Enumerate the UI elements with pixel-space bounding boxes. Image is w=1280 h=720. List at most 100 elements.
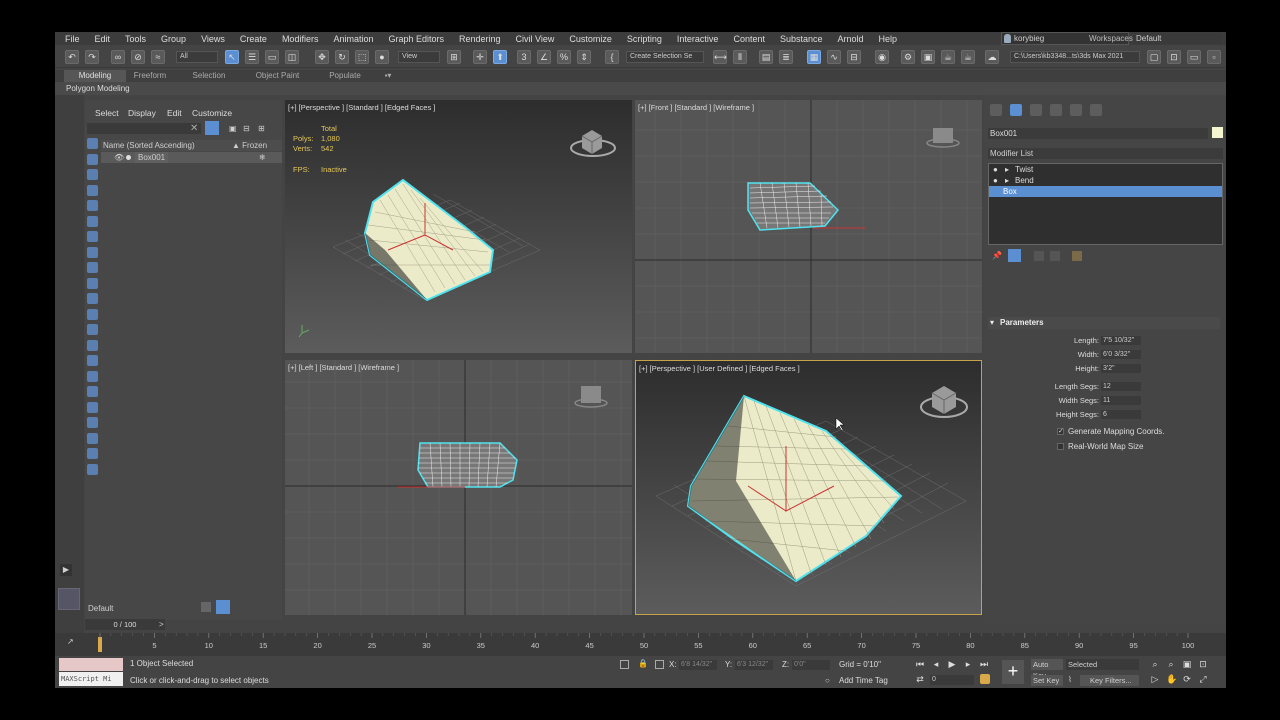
- layers-icon[interactable]: [201, 602, 211, 612]
- viewport-layouts-icon[interactable]: [58, 588, 80, 610]
- menu-graph-editors[interactable]: Graph Editors: [378, 34, 444, 44]
- x-coordinate-field[interactable]: 6'8 14/32": [679, 660, 717, 670]
- spinner-snap-icon[interactable]: ⇕: [577, 50, 591, 64]
- align-icon[interactable]: ⫴: [733, 50, 747, 64]
- maxscript-input[interactable]: MAXScript Mi: [59, 672, 123, 686]
- scene-tab-customize[interactable]: Customize: [192, 108, 232, 118]
- key-selection-dropdown[interactable]: Selected: [1066, 659, 1139, 670]
- move-icon[interactable]: ✥: [315, 50, 329, 64]
- menu-edit[interactable]: Edit: [85, 34, 111, 44]
- clear-search-icon[interactable]: ✕: [190, 123, 198, 134]
- display-spacewarps-icon[interactable]: [87, 231, 98, 242]
- viewport-perspective-top-left[interactable]: [+] [Perspective ] [Standard ] [Edged Fa…: [285, 100, 632, 353]
- modifier-list-dropdown[interactable]: Modifier List: [988, 148, 1223, 159]
- remove-modifier-icon[interactable]: [1050, 251, 1060, 261]
- layer-filter-icon[interactable]: [87, 463, 98, 475]
- redo-icon[interactable]: ↷: [85, 50, 99, 64]
- display-children-icon[interactable]: [87, 355, 98, 366]
- menu-civil-view[interactable]: Civil View: [506, 34, 555, 44]
- freeze-icon[interactable]: ❄: [259, 152, 266, 163]
- expand-icon[interactable]: ▸: [1005, 175, 1009, 186]
- menu-file[interactable]: File: [55, 34, 80, 44]
- select-none-icon[interactable]: [87, 417, 98, 428]
- lock-icon[interactable]: ▣: [229, 124, 237, 133]
- modify-tab-icon[interactable]: [1010, 104, 1022, 116]
- render-setup-icon[interactable]: ⚙: [901, 50, 915, 64]
- menu-help[interactable]: Help: [869, 34, 898, 44]
- create-tab-icon[interactable]: [990, 104, 1002, 116]
- tab-selection[interactable]: Selection: [187, 70, 231, 82]
- rendered-frame-window-icon[interactable]: ▣: [921, 50, 935, 64]
- scene-tab-edit[interactable]: Edit: [167, 108, 182, 118]
- display-xrefs-icon[interactable]: [87, 262, 98, 273]
- zoom-all-icon[interactable]: ⌕: [1166, 659, 1176, 669]
- menu-views[interactable]: Views: [191, 34, 225, 44]
- parameters-rollout-header[interactable]: ▾ Parameters: [988, 317, 1220, 329]
- material-editor-icon[interactable]: ◉: [875, 50, 889, 64]
- next-frame-icon[interactable]: >: [159, 620, 164, 629]
- percent-snap-icon[interactable]: %: [557, 50, 571, 64]
- toggle-layer-explorer-icon[interactable]: ≣: [779, 50, 793, 64]
- scale-icon[interactable]: ⬚: [355, 50, 369, 64]
- scene-tab-display[interactable]: Display: [128, 108, 156, 118]
- selection-filter-dropdown[interactable]: All: [176, 51, 218, 63]
- menu-create[interactable]: Create: [230, 34, 267, 44]
- object-name-field[interactable]: Box001: [988, 128, 1208, 139]
- maximize-viewport-icon[interactable]: ⤢: [1198, 674, 1208, 684]
- hierarchy-tab-icon[interactable]: [1030, 104, 1042, 116]
- tab-modeling[interactable]: Modeling: [64, 70, 126, 82]
- scene-column-header[interactable]: Name (Sorted Ascending) ▲ Frozen: [101, 140, 282, 151]
- named-selection-dropdown[interactable]: Create Selection Se: [626, 51, 704, 63]
- play-icon[interactable]: ▶: [947, 659, 957, 669]
- pin-stack-icon[interactable]: 📌: [992, 251, 1002, 260]
- next-frame-button-icon[interactable]: ▸: [963, 659, 973, 669]
- eye-icon[interactable]: 👁: [114, 152, 124, 163]
- schematic-view-icon[interactable]: ⊟: [847, 50, 861, 64]
- utilities-tab-icon[interactable]: [1090, 104, 1102, 116]
- curve-editor-icon[interactable]: ∿: [827, 50, 841, 64]
- real-world-map-checkbox[interactable]: Real-World Map Size: [1057, 442, 1143, 451]
- display-lights-icon[interactable]: [87, 184, 98, 196]
- eye-icon[interactable]: ●: [993, 175, 998, 186]
- scene-tab-select[interactable]: Select: [95, 108, 119, 118]
- menu-arnold[interactable]: Arnold: [828, 34, 864, 44]
- scene-row-box001[interactable]: 👁 Box001 ❄: [101, 152, 282, 163]
- render-iterative-icon[interactable]: ☕: [961, 50, 975, 64]
- select-manipulate-icon[interactable]: ✛: [473, 50, 487, 64]
- configure-modifier-sets-icon[interactable]: [1072, 251, 1082, 261]
- display-none-icon[interactable]: [87, 138, 98, 149]
- filter-funnel-icon[interactable]: [87, 448, 98, 459]
- time-configuration-icon[interactable]: [980, 674, 990, 684]
- display-geometry-icon[interactable]: [87, 153, 98, 165]
- reference-coord-dropdown[interactable]: View: [398, 51, 440, 63]
- project-folder-dropdown[interactable]: C:\Users\kb3348...ts\3ds Max 2021: [1010, 51, 1140, 63]
- zoom-icon[interactable]: ⌕: [1150, 659, 1160, 669]
- y-coordinate-field[interactable]: 6'3 12/32": [735, 660, 773, 670]
- eye-icon[interactable]: ●: [993, 164, 998, 175]
- stack-item-bend[interactable]: ● ▸ Bend: [989, 175, 1222, 186]
- display-influences-icon[interactable]: [87, 370, 98, 382]
- scene-explorer-toggle-icon[interactable]: [216, 600, 230, 614]
- pan-icon[interactable]: ✋: [1166, 674, 1177, 684]
- display-dependents-icon[interactable]: [87, 386, 98, 397]
- link-icon[interactable]: ∞: [111, 50, 125, 64]
- menu-scripting[interactable]: Scripting: [617, 34, 662, 44]
- rotate-icon[interactable]: ↻: [335, 50, 349, 64]
- pivot-center-icon[interactable]: ⊞: [447, 50, 461, 64]
- key-tangent-icon[interactable]: ⌇: [1068, 675, 1072, 684]
- set-key-button[interactable]: Set Key: [1031, 675, 1063, 686]
- display-tab-icon[interactable]: [1070, 104, 1082, 116]
- expand-icon[interactable]: ▸: [1005, 164, 1009, 175]
- open-folder-icon[interactable]: ▢: [1147, 50, 1161, 64]
- undo-icon[interactable]: ↶: [65, 50, 79, 64]
- add-time-tag[interactable]: Add Time Tag: [839, 676, 888, 685]
- window-options-icon[interactable]: ▫: [1207, 50, 1221, 64]
- hierarchy-icon[interactable]: ⊟: [243, 124, 250, 133]
- menu-content[interactable]: Content: [723, 34, 765, 44]
- orbit-icon[interactable]: ⟳: [1182, 674, 1192, 684]
- menu-animation[interactable]: Animation: [323, 34, 373, 44]
- maxscript-listener[interactable]: MAXScript Mi: [59, 658, 123, 686]
- show-end-result-icon[interactable]: [1008, 249, 1021, 262]
- previous-frame-icon[interactable]: ◂: [931, 659, 941, 669]
- menu-substance[interactable]: Substance: [770, 34, 823, 44]
